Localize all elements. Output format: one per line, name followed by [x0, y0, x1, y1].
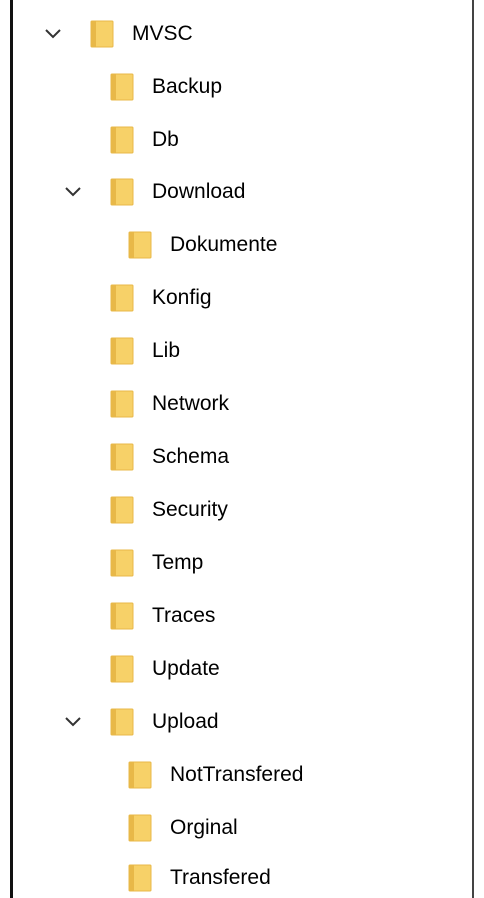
- tree-item-network[interactable]: Network: [20, 382, 466, 426]
- tree-item-label: Konfig: [152, 286, 212, 309]
- tree-item-orginal[interactable]: Orginal: [20, 806, 466, 850]
- folder-icon: [128, 863, 152, 893]
- tree-item-label: Db: [152, 128, 179, 151]
- folder-icon: [90, 19, 114, 49]
- tree-item-lib[interactable]: Lib: [20, 329, 466, 373]
- tree-item-mvsc[interactable]: MVSC: [20, 12, 466, 56]
- tree-item-transfered[interactable]: Transfered: [20, 856, 466, 898]
- folder-icon: [110, 707, 134, 737]
- tree-item-traces[interactable]: Traces: [20, 594, 466, 638]
- folder-icon: [110, 389, 134, 419]
- tree-item-label: NotTransfered: [170, 763, 304, 786]
- folder-icon: [110, 72, 134, 102]
- tree-item-upload[interactable]: Upload: [20, 700, 466, 744]
- tree-item-download[interactable]: Download: [20, 170, 466, 214]
- tree-item-label: Traces: [152, 604, 216, 627]
- tree-item-security[interactable]: Security: [20, 488, 466, 532]
- folder-icon: [110, 654, 134, 684]
- folder-tree-pane: MVSC Backup Db Download Dokumente Konfig…: [0, 0, 484, 898]
- tree-item-temp[interactable]: Temp: [20, 541, 466, 585]
- tree-item-label: Upload: [152, 710, 219, 733]
- folder-icon: [110, 336, 134, 366]
- tree-item-label: Dokumente: [170, 233, 278, 256]
- folder-icon: [110, 177, 134, 207]
- chevron-down-icon[interactable]: [40, 21, 66, 47]
- folder-icon: [110, 601, 134, 631]
- pane-right-border: [472, 0, 474, 898]
- tree-item-db[interactable]: Db: [20, 118, 466, 162]
- chevron-down-icon[interactable]: [60, 709, 86, 735]
- folder-icon: [110, 283, 134, 313]
- tree-item-nottransfered[interactable]: NotTransfered: [20, 753, 466, 797]
- folder-icon: [128, 813, 152, 843]
- tree-item-label: Update: [152, 657, 220, 680]
- tree-item-backup[interactable]: Backup: [20, 65, 466, 109]
- folder-icon: [110, 548, 134, 578]
- tree-item-dokumente[interactable]: Dokumente: [20, 223, 466, 267]
- tree-item-label: Security: [152, 498, 228, 521]
- folder-icon: [110, 125, 134, 155]
- tree-item-label: Orginal: [170, 816, 238, 839]
- tree-item-konfig[interactable]: Konfig: [20, 276, 466, 320]
- tree-item-label: Lib: [152, 339, 181, 362]
- tree-item-label: Download: [152, 180, 246, 203]
- tree-item-update[interactable]: Update: [20, 647, 466, 691]
- tree-item-schema[interactable]: Schema: [20, 435, 466, 479]
- folder-icon: [110, 495, 134, 525]
- tree-item-label: Network: [152, 392, 230, 415]
- chevron-down-icon[interactable]: [60, 179, 86, 205]
- tree-item-label: Schema: [152, 445, 230, 468]
- tree-item-label: Backup: [152, 75, 223, 98]
- folder-icon: [110, 442, 134, 472]
- pane-left-border: [10, 0, 13, 898]
- tree-item-label: MVSC: [132, 22, 193, 45]
- tree-item-label: Temp: [152, 551, 204, 574]
- tree-item-label: Transfered: [170, 866, 271, 889]
- folder-icon: [128, 230, 152, 260]
- folder-icon: [128, 760, 152, 790]
